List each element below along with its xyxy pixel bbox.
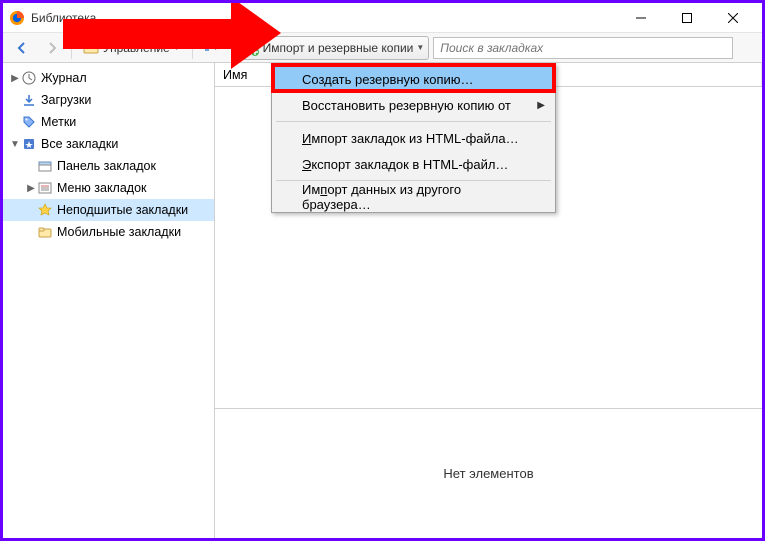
search-input[interactable]: [433, 37, 733, 59]
toolbar-separator: [231, 37, 232, 59]
sidebar-item-unsorted-bookmarks[interactable]: Неподшитые закладки: [3, 199, 214, 221]
menu-item-backup[interactable]: Создать резервную копию…: [274, 66, 553, 92]
sidebar-item-label: Журнал: [41, 71, 87, 85]
titlebar: Библиотека: [3, 3, 762, 33]
arrow-left-icon: [15, 41, 29, 55]
sidebar-item-history[interactable]: ▶ Журнал: [3, 67, 214, 89]
clock-icon: [21, 70, 37, 86]
caret-down-icon: ▼: [416, 43, 424, 52]
caret-down-icon: ▼: [212, 43, 220, 52]
sidebar-item-label: Метки: [41, 115, 76, 129]
toolbar-folder-icon: [37, 158, 53, 174]
window-title: Библиотека: [31, 11, 96, 25]
sidebar-item-mobile-bookmarks[interactable]: Мобильные закладки: [3, 221, 214, 243]
menu-item-restore[interactable]: Восстановить резервную копию от ▶: [274, 92, 553, 118]
sidebar-item-all-bookmarks[interactable]: ▼ Все закладки: [3, 133, 214, 155]
empty-message: Нет элементов: [443, 466, 533, 481]
sidebar: ▶ Журнал Загрузки Метки ▼ Все: [3, 63, 215, 538]
sidebar-item-downloads[interactable]: Загрузки: [3, 89, 214, 111]
sidebar-item-bookmarks-menu[interactable]: ▶ Меню закладок: [3, 177, 214, 199]
search-container: [433, 37, 733, 59]
firefox-icon: [9, 10, 25, 26]
import-backup-label: Импорт и резервные копии: [263, 41, 414, 55]
toolbar-separator: [71, 37, 72, 59]
download-icon: [21, 92, 37, 108]
menu-item-import-other[interactable]: Импорт данных из другого браузера…: [274, 184, 553, 210]
sidebar-item-label: Неподшитые закладки: [57, 203, 188, 217]
details-pane: Нет элементов: [215, 408, 762, 538]
sidebar-item-label: Мобильные закладки: [57, 225, 181, 239]
folder-icon: [37, 224, 53, 240]
menu-item-export-html[interactable]: Экспорт закладок в HTML-файл…: [274, 151, 553, 177]
sidebar-item-label: Меню закладок: [57, 181, 147, 195]
toolbar: Управление ▼ ▼ Импорт и резервные копии …: [3, 33, 762, 63]
import-backup-button[interactable]: Импорт и резервные копии ▼: [238, 36, 430, 60]
toolbar-separator: [192, 37, 193, 59]
submenu-arrow-icon: ▶: [537, 100, 545, 111]
bookmarks-icon: [21, 136, 37, 152]
organize-button[interactable]: Управление ▼: [78, 36, 186, 60]
menu-folder-icon: [37, 180, 53, 196]
menu-separator: [276, 180, 551, 181]
sidebar-item-tags[interactable]: Метки: [3, 111, 214, 133]
minimize-button[interactable]: [618, 3, 664, 33]
views-icon: [204, 41, 209, 55]
collapse-icon[interactable]: ▼: [9, 139, 21, 150]
maximize-button[interactable]: [664, 3, 710, 33]
forward-button[interactable]: [39, 36, 65, 60]
tag-icon: [21, 114, 37, 130]
star-import-icon: [243, 40, 259, 56]
star-folder-icon: [37, 202, 53, 218]
caret-down-icon: ▼: [173, 43, 181, 52]
arrow-right-icon: [45, 41, 59, 55]
organize-label: Управление: [103, 41, 170, 55]
menu-separator: [276, 121, 551, 122]
expand-icon[interactable]: ▶: [9, 73, 21, 84]
sidebar-item-label: Все закладки: [41, 137, 118, 151]
import-backup-menu: Создать резервную копию… Восстановить ре…: [271, 63, 556, 213]
expand-icon[interactable]: ▶: [25, 183, 37, 194]
sidebar-item-label: Загрузки: [41, 93, 91, 107]
sidebar-item-label: Панель закладок: [57, 159, 156, 173]
folder-gear-icon: [83, 40, 99, 56]
close-button[interactable]: [710, 3, 756, 33]
sidebar-item-bookmarks-toolbar[interactable]: Панель закладок: [3, 155, 214, 177]
menu-item-import-html[interactable]: Импорт закладок из HTML-файла…: [274, 125, 553, 151]
views-button[interactable]: ▼: [199, 36, 225, 60]
back-button[interactable]: [9, 36, 35, 60]
